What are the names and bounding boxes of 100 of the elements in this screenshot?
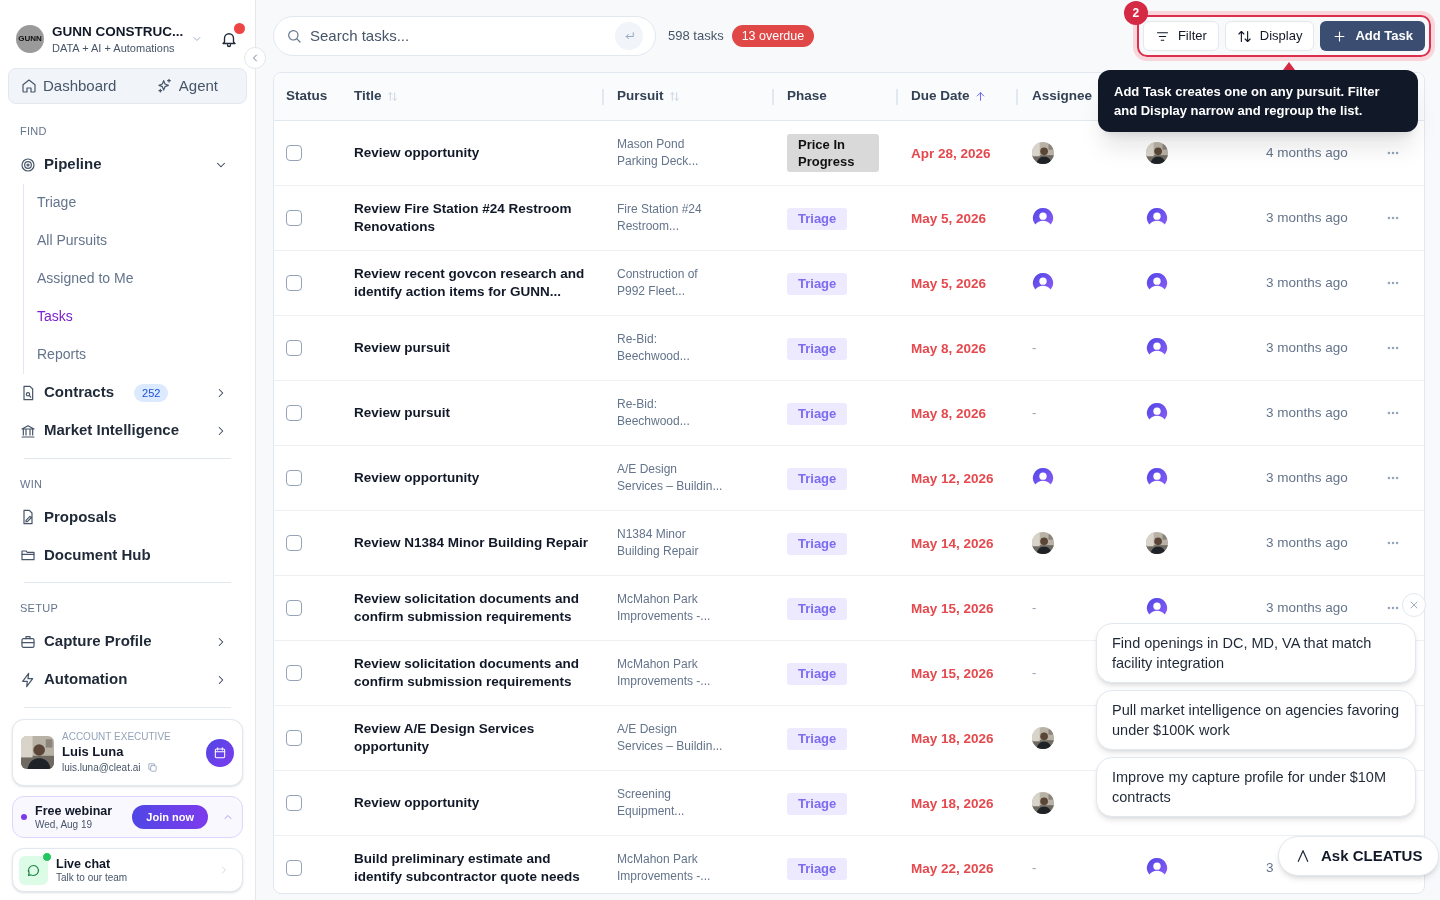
section-heading: FIND bbox=[19, 124, 48, 139]
phase-tag: Triage bbox=[787, 208, 848, 230]
phase-tag: Triage bbox=[787, 338, 848, 360]
checkbox[interactable] bbox=[286, 795, 302, 811]
checkbox[interactable] bbox=[286, 730, 302, 746]
pursuit-name[interactable]: Construction of P992 Fleet... bbox=[617, 266, 766, 300]
column-header[interactable]: Pursuit bbox=[617, 86, 681, 107]
phase-tag: Triage bbox=[787, 273, 848, 295]
task-title[interactable]: Review opportunity bbox=[354, 144, 590, 162]
pursuit-name[interactable]: Re-Bid: Beechwood... bbox=[617, 331, 766, 365]
task-title[interactable]: Review solicitation documents and confirm submission requirements bbox=[354, 590, 590, 626]
display-button[interactable]: Display bbox=[1224, 21, 1315, 51]
checkbox[interactable] bbox=[286, 860, 302, 876]
sidebar-item[interactable]: Document Hub bbox=[8, 536, 240, 574]
sidebar-item[interactable]: Market Intelligence bbox=[8, 411, 240, 450]
document-search-icon bbox=[20, 384, 36, 401]
org-subtitle: DATA + AI + Automations bbox=[52, 41, 176, 55]
checkbox[interactable] bbox=[286, 665, 302, 681]
sidebar-item[interactable]: Contracts 252 bbox=[8, 373, 240, 412]
suggestion-chip[interactable]: Improve my capture profile for under $10M contracts bbox=[1096, 757, 1416, 817]
column-header[interactable]: Status bbox=[286, 86, 328, 107]
sidebar-subitem[interactable]: Assigned to Me bbox=[24, 259, 255, 298]
schedule-button[interactable] bbox=[206, 738, 234, 767]
due-date: May 15, 2026 bbox=[911, 666, 994, 681]
phase-tag: Triage bbox=[787, 468, 848, 490]
search-icon bbox=[286, 28, 302, 44]
suggestion-chip[interactable]: Find openings in DC, MD, VA that match facility integration bbox=[1096, 623, 1416, 683]
empty-value: - bbox=[1032, 404, 1037, 423]
chat-bubble-icon bbox=[26, 862, 41, 878]
sidebar-item[interactable]: Proposals bbox=[8, 498, 240, 536]
phase-tag: Triage bbox=[787, 858, 848, 880]
column-header[interactable]: Phase bbox=[787, 86, 827, 107]
account-role: ACCOUNT EXECUTIVE bbox=[62, 730, 171, 743]
add-task-button[interactable]: Add Task bbox=[1320, 21, 1425, 51]
copy-icon[interactable] bbox=[146, 761, 158, 773]
overdue-badge: 13 overdue bbox=[731, 25, 815, 47]
sidebar-item[interactable]: Automation bbox=[8, 660, 240, 699]
checkbox[interactable] bbox=[286, 275, 302, 291]
sidebar-subitem[interactable]: Triage bbox=[24, 183, 255, 222]
updated-time: 3 months ago bbox=[1266, 208, 1348, 227]
checkbox[interactable] bbox=[286, 600, 302, 616]
collapse-sidebar-button[interactable] bbox=[244, 47, 266, 69]
pursuit-name[interactable]: McMahon Park Improvements -... bbox=[617, 656, 766, 690]
task-title[interactable]: Review Fire Station #24 Restroom Renovations bbox=[354, 200, 590, 236]
task-title[interactable]: Review pursuit bbox=[354, 404, 590, 422]
checkbox[interactable] bbox=[286, 210, 302, 226]
pursuit-name[interactable]: McMahon Park Improvements -... bbox=[617, 851, 766, 885]
suggestion-chip[interactable]: Pull market intelligence on agencies favoring under $100K work bbox=[1096, 690, 1416, 750]
column-header[interactable]: Title bbox=[354, 86, 399, 107]
pursuit-name[interactable]: Mason Pond Parking Deck... bbox=[617, 136, 766, 170]
task-title[interactable]: Review recent govcon research and identify action items for GUNN... bbox=[354, 265, 590, 301]
pursuit-name[interactable]: Fire Station #24 Restroom... bbox=[617, 201, 766, 235]
ask-button[interactable]: Ask CLEATUS bbox=[1278, 836, 1440, 876]
sidebar-subitem[interactable]: All Pursuits bbox=[24, 221, 255, 260]
updated-time: 4 months ago bbox=[1266, 143, 1348, 162]
nav-button[interactable]: Dashboard bbox=[21, 74, 117, 98]
step-badge: 2 bbox=[1123, 1, 1148, 25]
task-title[interactable]: Review A/E Design Services opportunity bbox=[354, 720, 590, 756]
join-button[interactable]: Join now bbox=[132, 805, 208, 829]
chat-subtitle: Talk to our team bbox=[56, 871, 128, 884]
task-title[interactable]: Review N1384 Minor Building Repair bbox=[354, 534, 590, 552]
sidebar-subitem[interactable]: Tasks bbox=[24, 297, 255, 336]
pursuit-name[interactable]: A/E Design Services – Buildin... bbox=[617, 461, 766, 495]
pursuit-name[interactable]: A/E Design Services – Buildin... bbox=[617, 721, 766, 755]
checkbox[interactable] bbox=[286, 405, 302, 421]
search-input[interactable]: Search tasks... bbox=[310, 24, 607, 48]
phase-tag: Triage bbox=[787, 728, 848, 750]
sidebar-item[interactable]: Capture Profile bbox=[8, 622, 240, 661]
task-title[interactable]: Review solicitation documents and confirm submission requirements bbox=[354, 655, 590, 691]
pursuit-name[interactable]: N1384 Minor Building Repair bbox=[617, 526, 766, 560]
updated-time: 3 months ago bbox=[1266, 403, 1348, 422]
nav-button[interactable]: Agent bbox=[156, 74, 218, 98]
pursuit-name[interactable]: McMahon Park Improvements -... bbox=[617, 591, 766, 625]
task-title[interactable]: Review opportunity bbox=[354, 469, 590, 487]
filter-button[interactable]: Filter bbox=[1142, 21, 1219, 51]
checkbox[interactable] bbox=[286, 340, 302, 356]
checkbox[interactable] bbox=[286, 145, 302, 161]
task-title[interactable]: Review opportunity bbox=[354, 794, 590, 812]
pursuit-name[interactable]: Re-Bid: Beechwood... bbox=[617, 396, 766, 430]
column-header[interactable]: Due Date bbox=[911, 86, 987, 107]
target-icon bbox=[20, 156, 36, 173]
task-title[interactable]: Review pursuit bbox=[354, 339, 590, 357]
phase-tag: Triage bbox=[787, 663, 848, 685]
column-header[interactable]: Assignee bbox=[1032, 86, 1093, 107]
empty-value: - bbox=[1032, 599, 1037, 618]
checkbox[interactable] bbox=[286, 535, 302, 551]
updated-time: 3 months ago bbox=[1266, 533, 1348, 552]
sidebar-item[interactable]: Pipeline bbox=[8, 145, 240, 184]
search-field[interactable]: Search tasks... bbox=[273, 16, 656, 56]
briefcase-icon bbox=[20, 633, 36, 650]
due-date: May 18, 2026 bbox=[911, 731, 994, 746]
checkbox[interactable] bbox=[286, 470, 302, 486]
tooltip: Add Task creates one on any pursuit. Filter and Display narrow and regroup the list. bbox=[1098, 70, 1418, 132]
caret-icon bbox=[1295, 848, 1311, 864]
pursuit-name[interactable]: Screening Equipment... bbox=[617, 786, 766, 820]
task-title[interactable]: Build preliminary estimate and identify subcontractor quote needs bbox=[354, 850, 590, 886]
task-count: 598 tasks bbox=[668, 27, 724, 46]
updated-time: 3 months ago bbox=[1266, 598, 1348, 617]
account-email: luis.luna@cleat.ai bbox=[62, 760, 141, 775]
sidebar-subitem[interactable]: Reports bbox=[24, 335, 255, 374]
